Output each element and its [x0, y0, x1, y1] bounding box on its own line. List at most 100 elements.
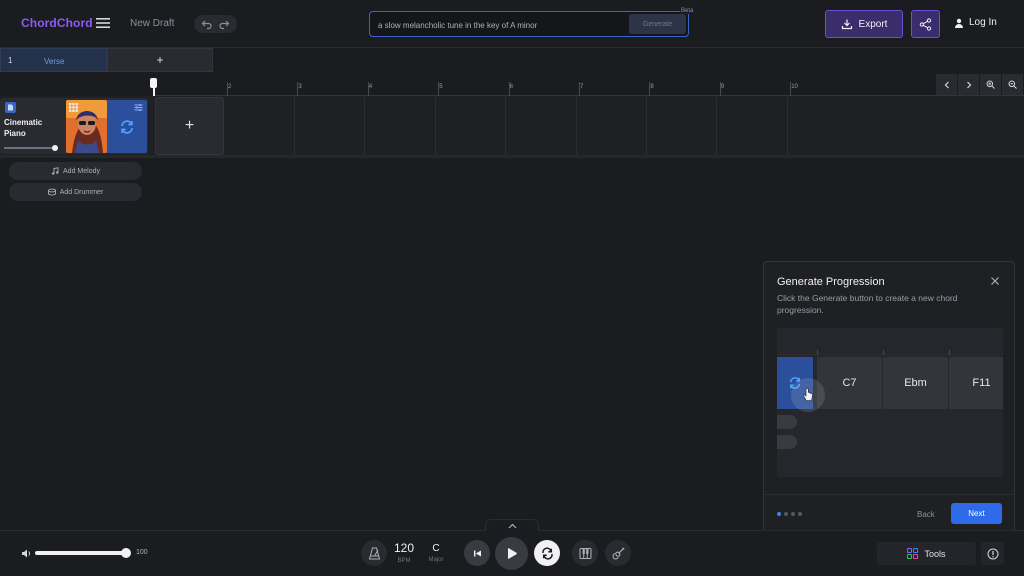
tutorial-divider — [764, 494, 1014, 495]
piano-view-button[interactable] — [572, 540, 598, 566]
zoom-out-icon[interactable] — [1002, 74, 1024, 95]
tutorial-title: Generate Progression — [777, 276, 885, 288]
track-volume-slider[interactable] — [4, 147, 58, 149]
section-tab-verse[interactable]: 1 Verse — [0, 48, 107, 72]
volume-icon[interactable] — [21, 548, 32, 559]
track-lane — [0, 96, 1024, 158]
section-label: Verse — [44, 57, 65, 66]
draft-title[interactable]: New Draft — [130, 18, 174, 29]
ruler-number: 4 — [368, 84, 373, 90]
document-icon[interactable] — [5, 102, 16, 113]
generate-button[interactable]: Generate — [629, 14, 686, 34]
skip-back-icon — [473, 549, 482, 558]
scroll-right-icon[interactable] — [958, 74, 980, 95]
loop-button[interactable] — [534, 540, 560, 566]
app-logo[interactable]: ChordChord — [21, 16, 93, 30]
add-melody-button[interactable]: Add Melody — [9, 162, 142, 180]
bar-divider — [294, 97, 295, 155]
demo-tick — [817, 350, 818, 355]
demo-tick — [949, 350, 950, 355]
playhead-handle[interactable] — [150, 78, 157, 88]
bar-divider — [505, 97, 506, 155]
bar-divider — [364, 97, 365, 155]
tutorial-text: Click the Generate button to create a ne… — [777, 293, 958, 315]
key-mode: Major — [428, 557, 444, 563]
ruler-number: 2 — [228, 84, 232, 90]
play-icon — [505, 547, 518, 560]
user-icon — [954, 18, 964, 28]
bar-divider — [646, 97, 647, 155]
bar-divider — [435, 97, 436, 155]
guitar-icon — [611, 546, 625, 560]
key-value[interactable]: C — [426, 543, 446, 554]
bpm-label: BPM — [397, 558, 411, 564]
step-dot[interactable] — [798, 512, 802, 516]
ruler-number: 7 — [580, 84, 584, 90]
master-volume-value: 100 — [136, 549, 148, 556]
prompt-box: Generate — [369, 11, 689, 37]
export-button[interactable]: Export — [825, 10, 903, 38]
section-tabs: 1 Verse + — [0, 48, 213, 72]
beta-badge: Beta — [680, 8, 695, 14]
ruler-number: 3 — [298, 84, 302, 90]
metronome-button[interactable] — [361, 540, 387, 566]
ruler-number: 9 — [720, 84, 725, 90]
redo-icon[interactable] — [217, 17, 231, 31]
undo-redo-group — [194, 15, 237, 33]
add-melody-label: Add Melody — [63, 167, 100, 175]
add-drummer-label: Add Drummer — [59, 188, 104, 196]
menu-icon[interactable] — [94, 14, 112, 32]
step-dot[interactable] — [777, 512, 781, 516]
tutorial-step-dots — [777, 512, 802, 516]
undo-icon[interactable] — [200, 17, 214, 31]
step-dot[interactable] — [784, 512, 788, 516]
drum-icon — [47, 188, 56, 196]
apps-grid-icon — [907, 548, 919, 559]
bpm-value[interactable]: 120 — [393, 541, 415, 555]
share-button[interactable] — [911, 10, 940, 38]
add-drummer-button[interactable]: Add Drummer — [9, 183, 142, 201]
refresh-icon — [119, 119, 135, 135]
timeline-ruler[interactable]: 2 3 4 5 6 7 8 9 10 — [153, 74, 1024, 96]
close-icon[interactable] — [990, 276, 1000, 286]
bar-divider — [787, 97, 788, 155]
tutorial-popover: Generate Progression Click the Generate … — [763, 261, 1015, 532]
instrument-name[interactable]: Cinematic Piano — [4, 117, 64, 139]
demo-chord: F11 — [949, 357, 1003, 409]
guitar-view-button[interactable] — [605, 540, 631, 566]
music-note-icon — [51, 167, 59, 175]
tools-label: Tools — [924, 548, 946, 559]
ruler-number: 8 — [650, 84, 654, 90]
track-settings-icon[interactable] — [134, 103, 143, 112]
timeline-controls — [936, 74, 1024, 95]
add-section-button[interactable]: + — [107, 48, 213, 72]
master-volume-slider[interactable] — [35, 551, 128, 555]
add-chord-button[interactable]: + — [155, 97, 224, 155]
download-icon — [841, 18, 853, 30]
prompt-input[interactable] — [378, 18, 628, 32]
bar-divider — [576, 97, 577, 155]
step-dot[interactable] — [791, 512, 795, 516]
piano-icon — [579, 547, 592, 560]
bar-divider — [716, 97, 717, 155]
demo-chord: C7 — [817, 357, 882, 409]
demo-pill — [777, 415, 797, 429]
grid-icon[interactable] — [69, 103, 78, 112]
ruler-number: 6 — [509, 84, 513, 90]
tutorial-demo: C7 Ebm F11 — [777, 328, 1003, 477]
help-button[interactable] — [981, 542, 1004, 565]
next-button[interactable]: Next — [951, 503, 1002, 524]
login-button[interactable]: Log In — [954, 17, 997, 28]
demo-ruler — [777, 328, 1003, 355]
chevron-up-icon[interactable] — [485, 519, 539, 531]
master-volume-handle[interactable] — [121, 548, 131, 558]
help-icon — [987, 548, 999, 560]
share-icon — [919, 17, 932, 31]
scroll-left-icon[interactable] — [936, 74, 958, 95]
tools-button[interactable]: Tools — [877, 542, 976, 565]
zoom-in-icon[interactable] — [980, 74, 1002, 95]
demo-tick — [883, 350, 884, 355]
play-button[interactable] — [495, 537, 528, 570]
back-button[interactable]: Back — [917, 510, 935, 519]
skip-back-button[interactable] — [464, 540, 490, 566]
